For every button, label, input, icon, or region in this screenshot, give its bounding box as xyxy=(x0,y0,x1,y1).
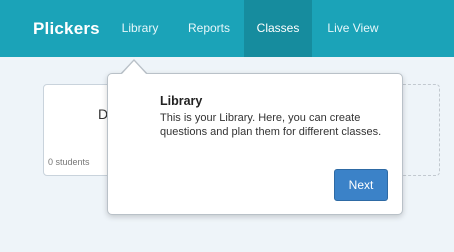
next-button[interactable]: Next xyxy=(334,169,388,201)
nav-reports[interactable]: Reports xyxy=(178,0,240,57)
tour-popover: Library This is your Library. Here, you … xyxy=(107,73,403,215)
nav-classes[interactable]: Classes xyxy=(244,0,312,57)
nav-library[interactable]: Library xyxy=(110,0,170,57)
popover-arrow-fill xyxy=(121,61,147,75)
popover-title: Library xyxy=(160,94,203,108)
top-navbar: Plickers Library Reports Classes Live Vi… xyxy=(0,0,454,57)
brand-logo[interactable]: Plickers xyxy=(33,19,100,39)
new-class-placeholder[interactable] xyxy=(398,84,440,176)
class-card-student-count: 0 students xyxy=(48,157,90,167)
nav-live-view[interactable]: Live View xyxy=(318,0,388,57)
popover-text: This is your Library. Here, you can crea… xyxy=(160,112,382,138)
